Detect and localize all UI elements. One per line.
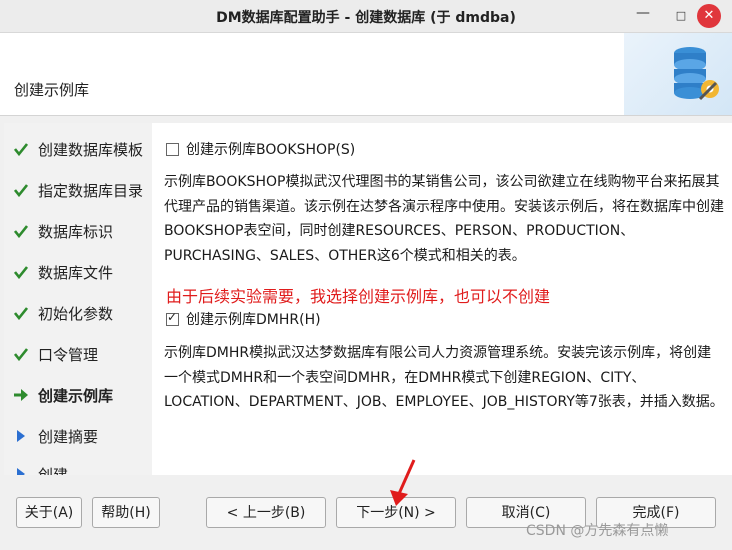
step-summary: 创建摘要 xyxy=(4,423,152,449)
dmhr-checkbox[interactable] xyxy=(166,310,179,326)
step-db-identity: 数据库标识 xyxy=(4,218,152,244)
check-icon xyxy=(4,183,38,197)
main-panel: 创建示例库BOOKSHOP(S) 示例库BOOKSHOP模拟武汉代理图书的某销售… xyxy=(152,123,732,475)
watermark: CSDN @方先森有点懒 xyxy=(526,523,669,539)
annotation-arrow-icon xyxy=(390,459,416,506)
bookshop-checkbox[interactable] xyxy=(166,142,179,156)
bookshop-description: 示例库BOOKSHOP模拟武汉代理图书的某销售公司，该公司欲建立在线购物平台来拓… xyxy=(164,174,724,264)
step-label: 数据库标识 xyxy=(38,222,114,241)
step-list: 创建数据库模板 指定数据库目录 数据库标识 数据库文件 初始化参数 口令管理 创… xyxy=(4,123,152,475)
step-label: 创建 xyxy=(38,465,69,476)
title-bar: DM数据库配置助手 - 创建数据库 (于 dmdba) — □ ✕ xyxy=(0,0,732,33)
check-icon xyxy=(4,142,38,156)
arrow-right-icon xyxy=(4,388,38,402)
check-icon xyxy=(4,306,38,320)
window-title: DM数据库配置助手 - 创建数据库 (于 dmdba) xyxy=(216,10,516,26)
triangle-right-icon xyxy=(4,467,38,475)
close-button[interactable]: ✕ xyxy=(697,4,721,28)
about-button[interactable]: 关于(A) xyxy=(16,497,82,528)
step-label: 创建示例库 xyxy=(38,386,114,405)
triangle-right-icon xyxy=(4,429,38,443)
step-label: 创建数据库模板 xyxy=(38,140,144,159)
step-label: 初始化参数 xyxy=(38,304,114,323)
check-icon xyxy=(4,265,38,279)
step-create: 创建 xyxy=(4,461,152,475)
step-label: 创建摘要 xyxy=(38,427,99,446)
step-sample-db: 创建示例库 xyxy=(4,382,152,408)
back-button[interactable]: < 上一步(B) xyxy=(206,497,326,528)
check-icon xyxy=(4,224,38,238)
bookshop-option[interactable]: 创建示例库BOOKSHOP(S) xyxy=(166,139,355,159)
page-title: 创建示例库 xyxy=(14,81,90,99)
step-label: 指定数据库目录 xyxy=(38,181,144,200)
minimize-button[interactable]: — xyxy=(632,2,654,24)
check-icon xyxy=(4,347,38,361)
dmhr-checkbox-label[interactable]: 创建示例库DMHR(H) xyxy=(186,309,321,329)
step-create-template: 创建数据库模板 xyxy=(4,136,152,162)
step-password: 口令管理 xyxy=(4,341,152,367)
step-init-params: 初始化参数 xyxy=(4,300,152,326)
bookshop-checkbox-label[interactable]: 创建示例库BOOKSHOP(S) xyxy=(186,139,355,159)
database-gear-icon xyxy=(674,47,719,101)
dmhr-description: 示例库DMHR模拟武汉达梦数据库有限公司人力资源管理系统。安装完该示例库，将创建… xyxy=(164,345,724,410)
help-button[interactable]: 帮助(H) xyxy=(92,497,160,528)
step-db-files: 数据库文件 xyxy=(4,259,152,285)
step-db-directory: 指定数据库目录 xyxy=(4,177,152,203)
header-banner xyxy=(624,33,732,115)
maximize-button[interactable]: □ xyxy=(670,5,692,27)
dmhr-option[interactable]: 创建示例库DMHR(H) xyxy=(166,309,321,329)
step-label: 口令管理 xyxy=(38,345,99,364)
page-header: 创建示例库 xyxy=(0,33,732,116)
annotation-text: 由于后续实验需要，我选择创建示例库，也可以不创建 xyxy=(166,287,551,306)
step-label: 数据库文件 xyxy=(38,263,114,282)
